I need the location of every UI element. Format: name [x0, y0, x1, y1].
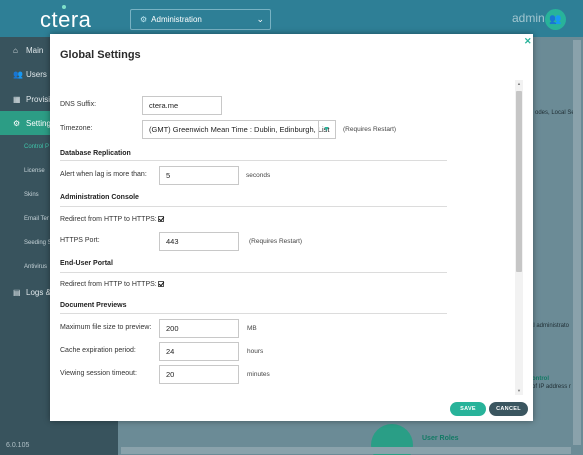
timezone-label: Timezone: [60, 125, 93, 132]
vertical-scrollbar[interactable] [573, 40, 581, 445]
sidebar-subitem-email-templates[interactable]: Email Ter [24, 216, 49, 222]
admin-redirect-label: Redirect from HTTP to HTTPS: [60, 216, 157, 223]
cache-field[interactable]: 24 [159, 342, 239, 361]
timezone-select[interactable]: (GMT) Greenwich Mean Time : Dublin, Edin… [142, 120, 336, 139]
sidebar-subitem-seeding[interactable]: Seeding S [24, 240, 52, 246]
divider [60, 206, 447, 207]
sidebar-subitem-skins[interactable]: Skins [24, 192, 39, 198]
dns-suffix-label: DNS Suffix: [60, 101, 97, 108]
admin-redirect-checkbox[interactable] [158, 216, 164, 222]
chevron-down-icon: ⌄ [256, 14, 264, 24]
context-select[interactable]: ⚙ Administration ⌄ [130, 9, 271, 30]
background-text: al administrato [530, 323, 570, 329]
sidebar-item-label: Main [26, 45, 44, 55]
grid-icon: ▦ [13, 94, 21, 104]
https-port-label: HTTPS Port: [60, 237, 100, 244]
close-icon[interactable]: ✕ [524, 36, 532, 47]
home-icon: ⌂ [13, 45, 18, 55]
lag-field[interactable]: 5 [159, 166, 239, 185]
user-name[interactable]: admin [512, 11, 545, 25]
user-roles-link[interactable]: User Roles [422, 435, 459, 442]
context-select-label: Administration [151, 15, 202, 24]
cache-label: Cache expiration period: [60, 347, 136, 354]
divider [60, 160, 447, 161]
app-header: ctera ⚙ Administration ⌄ admin 👥 [0, 0, 583, 37]
max-size-unit: MB [247, 325, 257, 332]
timezone-value: (GMT) Greenwich Mean Time : Dublin, Edin… [149, 125, 330, 134]
lag-label: Alert when lag is more than: [60, 171, 147, 178]
sidebar-subitem-antivirus[interactable]: Antivirus [24, 264, 47, 270]
section-end-user-portal: End-User Portal [60, 260, 113, 267]
section-database-replication: Database Replication [60, 150, 131, 157]
chevron-down-icon[interactable]: ▼ [318, 121, 334, 138]
divider [60, 313, 447, 314]
gear-icon: ⚙ [13, 118, 21, 128]
background-link[interactable]: ontrol [532, 376, 549, 382]
session-label: Viewing session timeout: [60, 370, 137, 377]
session-field[interactable]: 20 [159, 365, 239, 384]
version-label: 6.0.105 [6, 442, 30, 449]
sidebar-item-label: Users [26, 69, 47, 79]
dialog-title: Global Settings [60, 49, 141, 61]
sidebar-subitem-control-panel[interactable]: Control P [24, 144, 49, 150]
cache-unit: hours [247, 348, 264, 355]
ctera-logo: ctera [40, 7, 92, 32]
scroll-up-icon[interactable]: ▲ [517, 81, 521, 86]
portal-redirect-checkbox[interactable] [158, 281, 164, 287]
section-document-previews: Document Previews [60, 302, 127, 309]
session-unit: minutes [247, 371, 270, 378]
section-administration-console: Administration Console [60, 194, 139, 201]
sidebar-subitem-license[interactable]: License [24, 168, 45, 174]
logs-icon: ▤ [13, 287, 21, 297]
https-port-field[interactable]: 443 [159, 232, 239, 251]
users-icon: 👥 [13, 69, 23, 79]
horizontal-scrollbar[interactable] [121, 447, 571, 454]
max-size-field[interactable]: 200 [159, 319, 239, 338]
gear-icon: ⚙ [140, 15, 148, 24]
max-size-label: Maximum file size to preview: [60, 324, 152, 331]
users-icon: 👥 [549, 14, 562, 25]
logo-dot-icon [62, 5, 66, 9]
timezone-restart-note: (Requires Restart) [343, 126, 397, 133]
global-settings-dialog [50, 34, 533, 421]
dns-suffix-field[interactable]: ctera.me [142, 96, 222, 115]
lag-unit: seconds [246, 172, 271, 179]
save-button[interactable]: SAVE [450, 402, 486, 416]
avatar[interactable]: 👥 [545, 9, 566, 30]
https-restart-note: (Requires Restart) [249, 238, 303, 245]
background-text: of IP address r [532, 384, 571, 390]
portal-redirect-label: Redirect from HTTP to HTTPS: [60, 281, 157, 288]
dialog-scrollbar-thumb[interactable] [516, 91, 522, 272]
scroll-down-icon[interactable]: ▼ [517, 388, 521, 393]
divider [60, 272, 447, 273]
cancel-button[interactable]: CANCEL [489, 402, 528, 416]
